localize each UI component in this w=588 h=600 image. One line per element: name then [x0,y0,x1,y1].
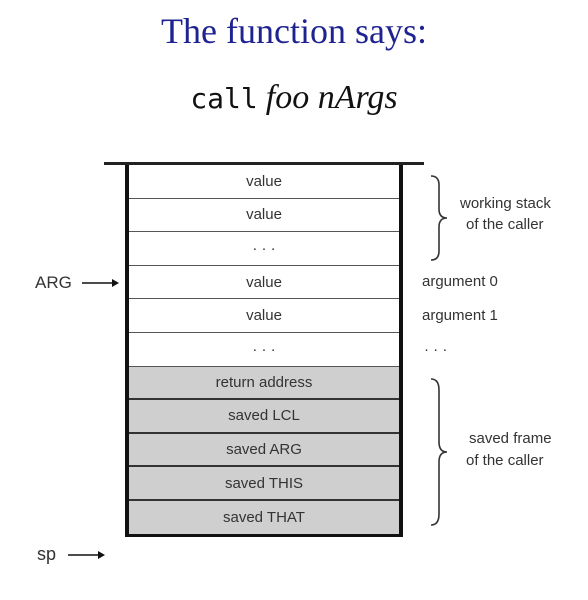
argument-1-label: argument 1 [422,307,498,324]
saved-frame-label-line1: saved frame [469,430,552,447]
arg-pointer-label: ARG [35,273,72,292]
working-stack-brace-icon [430,175,448,261]
stack-cell-value: value [129,198,399,233]
stack-cell-saved-arg: saved ARG [129,433,399,468]
call-arguments: foo nArgs [265,79,398,116]
stack-cell-argument-0: value [129,265,399,300]
arg-arrow-icon [82,279,119,287]
sp-pointer-label: sp [37,544,57,564]
diagram-title: The function says: [161,11,427,51]
stack-cell-value: value [129,165,399,199]
sp-arrow-icon [68,551,105,559]
saved-frame-label-line2: of the caller [466,452,544,469]
saved-frame-brace-icon [430,378,448,526]
stack-cell-argument-1: value [129,299,399,333]
call-command: call foo nArgs [0,78,588,117]
stack-cell-ellipsis: · · · [129,332,399,367]
argument-ellipsis: · · · [424,341,448,358]
argument-0-label: argument 0 [422,273,498,290]
global-stack: value value · · · value value · · · retu… [125,165,403,537]
working-stack-label-line2: of the caller [466,216,544,233]
stack-cell-saved-this: saved THIS [129,467,399,501]
call-keyword: call [190,82,258,115]
working-stack-label-line1: working stack [460,195,551,212]
stack-cell-return-address: return address [129,366,399,401]
stack-cell-ellipsis: · · · [129,232,399,266]
stack-cell-saved-lcl: saved LCL [129,400,399,434]
stack-cell-saved-that: saved THAT [129,500,399,534]
